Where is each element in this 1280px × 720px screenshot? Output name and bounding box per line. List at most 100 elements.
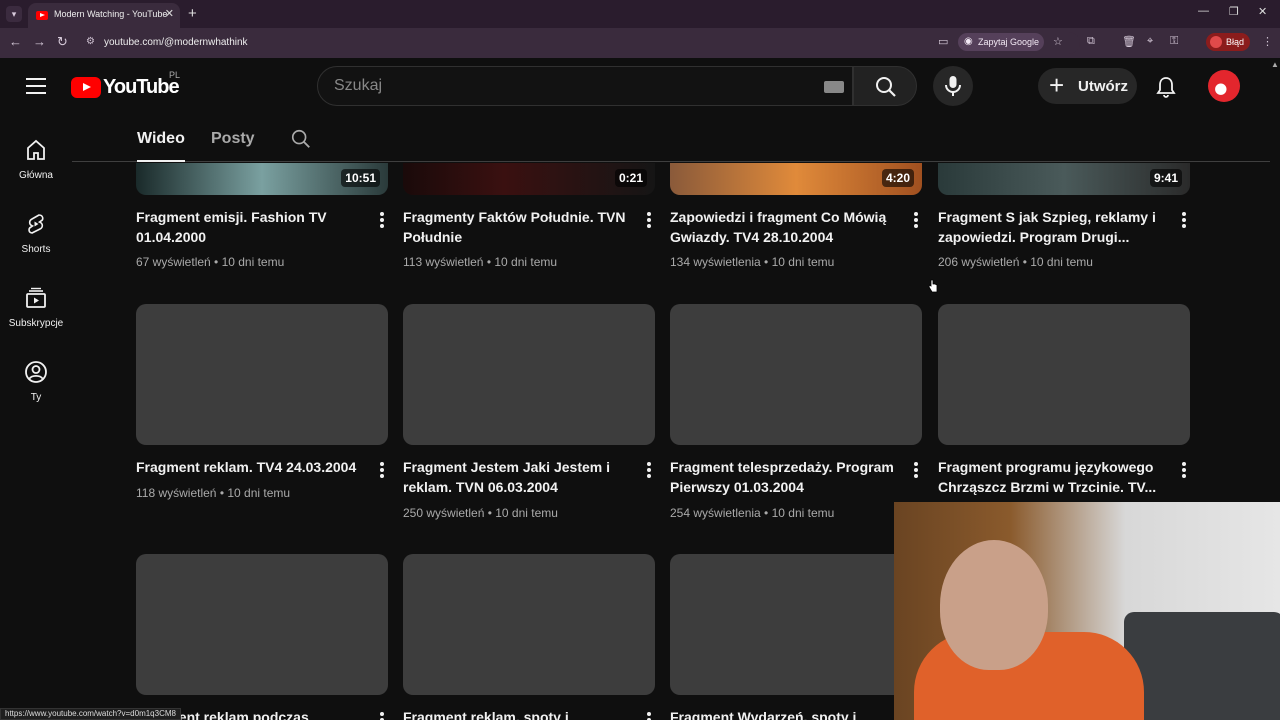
video-menu-icon[interactable]	[914, 212, 918, 230]
video-menu-icon[interactable]	[380, 712, 384, 720]
video-thumbnail[interactable]: 9:41	[938, 163, 1190, 195]
video-title[interactable]: Fragment programu językowego Chrząszcz B…	[938, 457, 1166, 497]
url-text[interactable]: youtube.com/@modernwhathink	[104, 37, 248, 48]
location-icon[interactable]: ⌖	[1147, 35, 1153, 48]
password-key-icon[interactable]: ⚿	[1170, 35, 1178, 48]
bookmark-star-icon[interactable]: ☆	[1053, 35, 1063, 48]
video-meta: 206 wyświetleń • 10 dni temu	[938, 255, 1093, 269]
lens-icon: ◉	[964, 36, 973, 47]
voice-search-button[interactable]	[933, 66, 973, 106]
youtube-logo[interactable]: YouTube PL	[71, 70, 181, 99]
video-thumbnail[interactable]	[403, 554, 655, 695]
profile-error-button[interactable]: Błąd	[1206, 33, 1250, 51]
video-title[interactable]: Fragment Wydarzeń, spoty i	[670, 707, 898, 720]
cast-icon[interactable]: ▭	[938, 35, 948, 48]
video-title[interactable]: Fragment telesprzedaży. Program Pierwszy…	[670, 457, 898, 497]
duration-badge: 4:20	[881, 169, 914, 187]
browser-tab[interactable]: Modern Watching - YouTube ✕	[28, 3, 180, 28]
video-thumbnail[interactable]: 4:20	[670, 163, 922, 195]
video-meta: 113 wyświetleń • 10 dni temu	[403, 255, 558, 269]
video-title[interactable]: Fragment reklam, spoty i	[403, 707, 631, 720]
webcam-person-head	[940, 540, 1048, 670]
video-meta: 118 wyświetleń • 10 dni temu	[136, 486, 291, 500]
duration-badge: 10:51	[341, 169, 380, 187]
video-thumbnail[interactable]	[670, 554, 922, 695]
video-title[interactable]: Fragment S jak Szpieg, reklamy i zapowie…	[938, 207, 1166, 247]
logo-region: PL	[169, 70, 181, 80]
account-avatar[interactable]	[1208, 70, 1240, 102]
video-thumbnail[interactable]: 10:51	[136, 163, 388, 195]
home-icon	[27, 139, 45, 160]
microphone-icon	[945, 76, 961, 96]
video-menu-icon[interactable]	[380, 212, 384, 230]
extensions-icon[interactable]: ⧉	[1087, 35, 1095, 48]
video-menu-icon[interactable]	[380, 462, 384, 480]
status-url-bubble: https://www.youtube.com/watch?v=d0m1q3CM…	[0, 708, 181, 720]
video-title[interactable]: Fragment emisji. Fashion TV 01.04.2000	[136, 207, 364, 247]
keyboard-icon[interactable]	[824, 81, 844, 93]
search-button[interactable]	[853, 66, 917, 106]
video-meta: 134 wyświetlenia • 10 dni temu	[670, 255, 835, 269]
profile-error-label: Błąd	[1226, 37, 1245, 47]
tab-close-icon[interactable]: ✕	[165, 7, 174, 20]
restore-icon[interactable]: ❐	[1229, 5, 1239, 18]
youtube-favicon-icon	[36, 11, 48, 20]
webcam-overlay	[894, 502, 1280, 720]
tab-posts[interactable]: Posty	[211, 130, 255, 148]
duration-badge: 0:21	[614, 169, 647, 187]
video-title[interactable]: Fragment Jestem Jaki Jestem i reklam. TV…	[403, 457, 631, 497]
tab-videos[interactable]: Wideo	[137, 130, 185, 162]
video-menu-icon[interactable]	[914, 462, 918, 480]
video-menu-icon[interactable]	[1182, 462, 1186, 480]
video-meta: 254 wyświetlenia • 10 dni temu	[670, 506, 835, 520]
forward-icon[interactable]: →	[33, 34, 46, 49]
reload-icon[interactable]: ↻	[57, 34, 68, 50]
minimize-icon[interactable]: —	[1198, 5, 1209, 17]
browser-address-bar: ← → ↻ ⚙ youtube.com/@modernwhathink ▭ ◉ …	[0, 28, 1280, 58]
new-tab-icon[interactable]: +	[188, 5, 197, 22]
video-menu-icon[interactable]	[647, 462, 651, 480]
ask-google-label: Zapytaj Google	[978, 37, 1040, 47]
close-window-icon[interactable]: ✕	[1258, 5, 1267, 18]
search-box	[317, 66, 853, 106]
search-input[interactable]	[334, 67, 814, 105]
video-thumbnail[interactable]: 0:21	[403, 163, 655, 195]
plus-icon: +	[1049, 70, 1065, 100]
create-label: Utwórz	[1078, 78, 1128, 95]
guide-menu-icon[interactable]	[26, 78, 46, 94]
video-menu-icon[interactable]	[1182, 212, 1186, 230]
video-title[interactable]: Zapowiedzi i fragment Co Mówią Gwiazdy. …	[670, 207, 898, 247]
hand-cursor-icon	[928, 279, 938, 293]
video-menu-icon[interactable]	[647, 212, 651, 230]
video-title[interactable]: Fragment reklam. TV4 24.03.2004	[136, 457, 364, 477]
ask-google-button[interactable]: ◉ Zapytaj Google	[958, 33, 1044, 51]
back-icon[interactable]: ←	[9, 34, 22, 49]
video-menu-icon[interactable]	[647, 712, 651, 720]
youtube-masthead: YouTube PL + Utwórz	[0, 58, 1280, 114]
video-thumbnail[interactable]	[670, 304, 922, 445]
video-thumbnail[interactable]	[136, 304, 388, 445]
video-thumbnail[interactable]	[938, 304, 1190, 445]
logo-text: YouTube	[103, 76, 180, 98]
scrollbar-up-arrow-icon[interactable]: ▲	[1271, 60, 1279, 69]
site-info-icon[interactable]: ⚙	[86, 36, 95, 47]
tab-list-menu-icon[interactable]: ▾	[6, 6, 22, 22]
browser-tab-bar: ▾ Modern Watching - YouTube ✕ + — ❐ ✕	[0, 0, 1280, 28]
channel-search-icon[interactable]	[290, 128, 312, 150]
trash-icon[interactable]: 🗑	[1122, 35, 1136, 48]
search-icon	[876, 77, 896, 97]
tab-title: Modern Watching - YouTube	[54, 9, 168, 19]
browser-menu-icon[interactable]: ⋮	[1262, 35, 1273, 48]
video-thumbnail[interactable]	[403, 304, 655, 445]
video-meta: 250 wyświetleń • 10 dni temu	[403, 506, 558, 520]
channel-tabs: Wideo Posty	[72, 114, 1270, 162]
profile-avatar-icon	[1210, 36, 1222, 48]
notifications-bell-icon[interactable]	[1154, 75, 1178, 99]
create-button[interactable]: + Utwórz	[1038, 68, 1137, 104]
youtube-play-logo-icon	[71, 77, 101, 98]
video-meta: 67 wyświetleń • 10 dni temu	[136, 255, 285, 269]
video-thumbnail[interactable]	[136, 554, 388, 695]
duration-badge: 9:41	[1149, 169, 1182, 187]
video-title[interactable]: Fragmenty Faktów Południe. TVN Południe	[403, 207, 631, 247]
webcam-background-sofa	[1124, 612, 1280, 720]
